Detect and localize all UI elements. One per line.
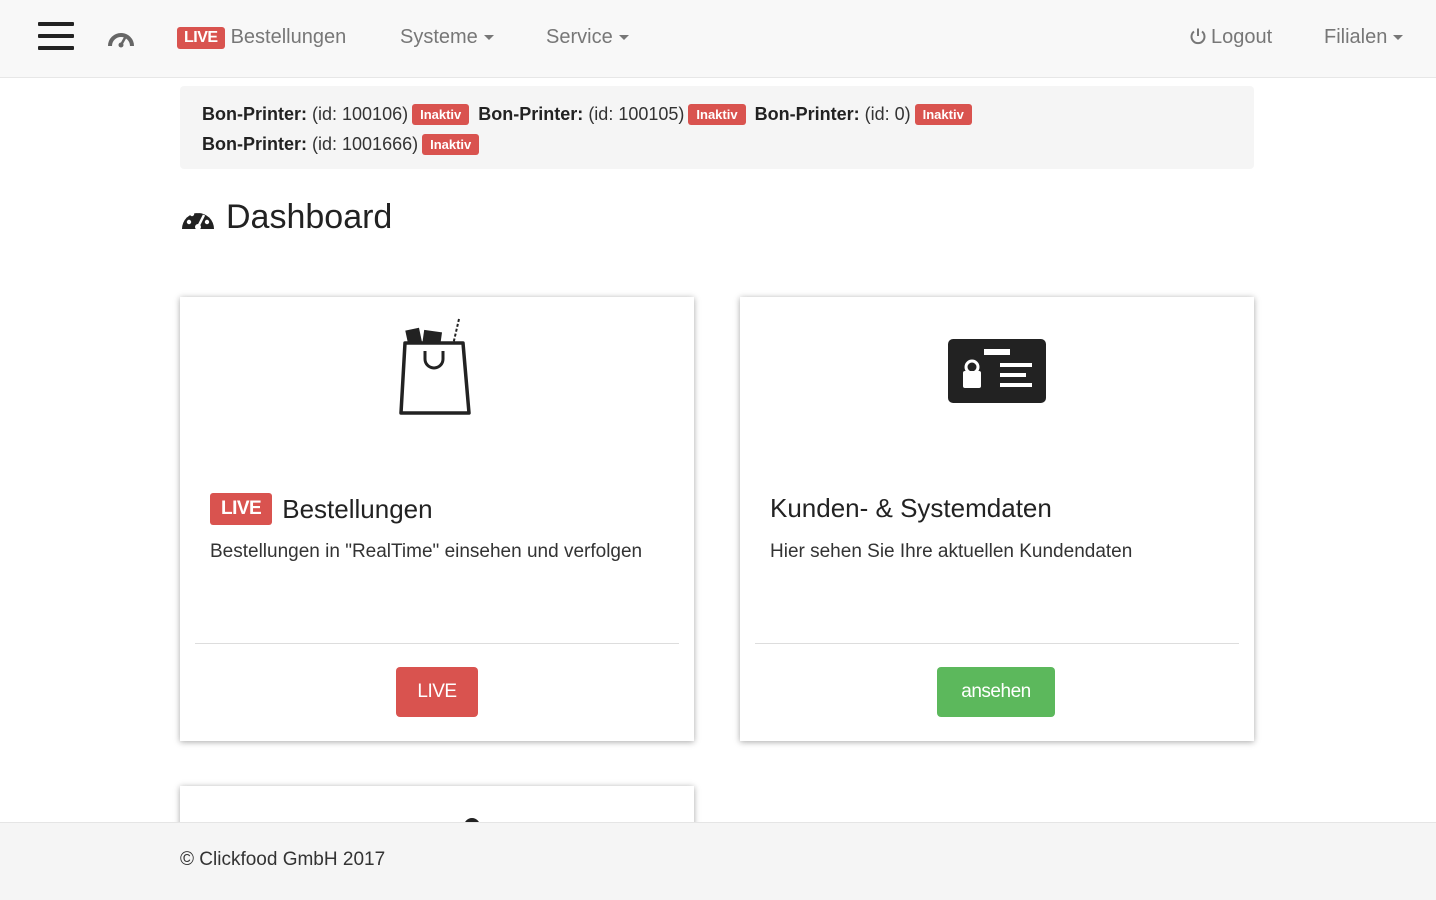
logout-label: Logout (1211, 26, 1273, 48)
page-title-text: Dashboard (226, 198, 393, 236)
live-badge: LIVE (177, 27, 225, 49)
printer-status-item: Bon-Printer: (id: 100106) Inaktiv (202, 104, 470, 125)
nav-orders-link[interactable]: LIVE Bestellungen (177, 26, 346, 49)
nav-service-label: Service (546, 26, 613, 48)
customer-data-card: Kunden- & Systemdaten Hier sehen Sie Ihr… (740, 297, 1254, 741)
nav-systems-label: Systeme (400, 26, 478, 48)
card-divider (195, 643, 679, 644)
chevron-down-icon (1393, 35, 1404, 41)
nav-branches-dropdown[interactable]: Filialen (1324, 26, 1404, 49)
live-button[interactable]: LIVE (396, 667, 478, 717)
page-title: Dashboard (180, 198, 392, 237)
shopping-bag-icon (399, 318, 471, 415)
card-divider (755, 643, 1239, 644)
dashboard-gauge-icon (182, 208, 214, 230)
status-badge: Inaktiv (688, 104, 746, 125)
chevron-down-icon (618, 35, 629, 41)
power-icon (1190, 28, 1206, 45)
status-badge: Inaktiv (422, 134, 480, 155)
customer-data-card-description: Hier sehen Sie Ihre aktuellen Kundendate… (770, 541, 1133, 562)
orders-card-title-text: Bestellungen (282, 493, 433, 524)
nav-orders-label: Bestellungen (230, 26, 347, 48)
nav-systems-dropdown[interactable]: Systeme (400, 26, 494, 49)
customer-data-card-title: Kunden- & Systemdaten (770, 493, 1052, 523)
footer-copyright: © Clickfood GmbH 2017 (180, 849, 386, 870)
view-button[interactable]: ansehen (937, 667, 1055, 717)
live-badge: LIVE (210, 493, 273, 525)
dashboard-gauge-icon[interactable] (108, 28, 134, 50)
nav-branches-label: Filialen (1324, 26, 1388, 48)
footer: © Clickfood GmbH 2017 (0, 822, 1436, 900)
printer-status-item: Bon-Printer: (id: 100105) Inaktiv (478, 104, 746, 125)
id-card-icon (948, 339, 1046, 403)
orders-card: LIVE Bestellungen Bestellungen in "RealTi… (180, 297, 694, 741)
printer-status-item: Bon-Printer: (id: 0) Inaktiv (755, 104, 972, 125)
logout-link[interactable]: Logout (1189, 26, 1272, 49)
printer-status-box: Bon-Printer: (id: 100106) Inaktiv Bon-Pri… (180, 86, 1254, 169)
status-badge: Inaktiv (412, 104, 470, 125)
chevron-down-icon (483, 35, 494, 41)
top-navbar: LIVE Bestellungen Systeme Service Logout … (0, 0, 1436, 78)
nav-service-dropdown[interactable]: Service (546, 26, 629, 49)
orders-card-description: Bestellungen in "RealTime" einsehen und … (210, 541, 643, 562)
orders-card-title: LIVE Bestellungen (210, 493, 433, 525)
printer-status-item: Bon-Printer: (id: 1001666) Inaktiv (202, 134, 480, 155)
hamburger-menu-icon[interactable] (38, 22, 74, 54)
status-badge: Inaktiv (914, 104, 972, 125)
